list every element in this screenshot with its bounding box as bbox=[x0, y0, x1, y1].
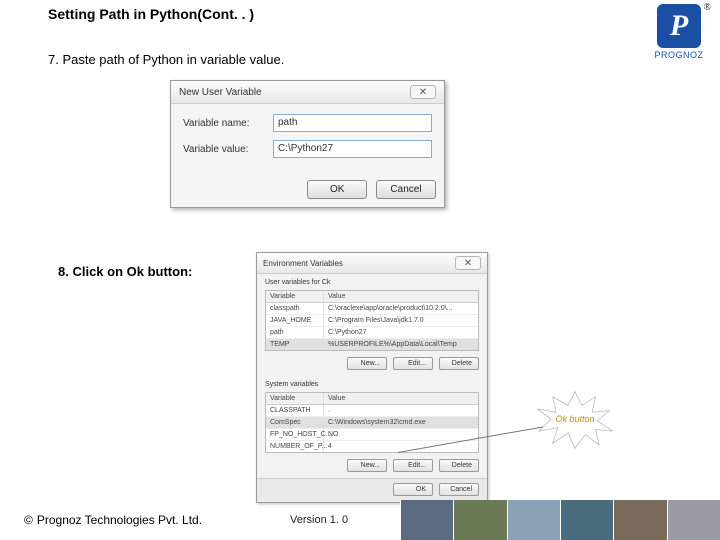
brand-logo: P ® PROGNOZ bbox=[648, 4, 710, 60]
delete-button[interactable]: Delete bbox=[439, 357, 479, 370]
cell-val: C:\Windows\system32\cmd.exe bbox=[324, 417, 478, 428]
cancel-button[interactable]: Cancel bbox=[376, 180, 436, 199]
step-7-text: 7. Paste path of Python in variable valu… bbox=[48, 52, 284, 67]
table-row[interactable]: path C:\Python27 bbox=[266, 327, 478, 339]
copyright-icon: © bbox=[24, 513, 33, 527]
column-header-value: Value bbox=[324, 291, 478, 302]
dialog2-titlebar: Environment Variables ✕ bbox=[257, 253, 487, 274]
cell-var: CLASSPATH bbox=[266, 405, 324, 416]
edit-button[interactable]: Edit... bbox=[393, 357, 433, 370]
footer-image-strip bbox=[400, 500, 720, 540]
variable-value-input[interactable]: C:\Python27 bbox=[273, 140, 432, 158]
table-row[interactable]: TEMP %USERPROFILE%\AppData\Local\Temp bbox=[266, 339, 478, 350]
cell-val: C:\Python27 bbox=[324, 327, 478, 338]
step-8-text: 8. Click on Ok button: bbox=[58, 264, 192, 279]
variable-name-input[interactable]: path bbox=[273, 114, 432, 132]
dialog-title-text: New User Variable bbox=[179, 87, 262, 98]
cell-val: C:\oraclexe\app\oracle\product\10.2.0\..… bbox=[324, 303, 478, 314]
footer-photo bbox=[400, 500, 453, 540]
ok-button[interactable]: OK bbox=[393, 483, 433, 496]
cancel-button[interactable]: Cancel bbox=[439, 483, 479, 496]
variable-value-label: Variable value: bbox=[183, 144, 273, 155]
system-variables-label: System variables bbox=[257, 376, 487, 390]
footer-photo bbox=[560, 500, 613, 540]
logo-mark: P ® bbox=[657, 4, 701, 48]
table-row[interactable]: JAVA_HOME C:\Program Files\Java\jdk1.7.0 bbox=[266, 315, 478, 327]
cell-var: NUMBER_OF_P... bbox=[266, 441, 324, 452]
company-name: Prognoz Technologies Pvt. Ltd. bbox=[37, 513, 202, 527]
footer-photo bbox=[613, 500, 666, 540]
cell-val: C:\Program Files\Java\jdk1.7.0 bbox=[324, 315, 478, 326]
table-row[interactable]: CLASSPATH . bbox=[266, 405, 478, 417]
new-button[interactable]: New... bbox=[347, 357, 387, 370]
cell-val: . bbox=[324, 405, 478, 416]
cell-var: JAVA_HOME bbox=[266, 315, 324, 326]
user-variables-table: Variable Value classpath C:\oraclexe\app… bbox=[265, 290, 479, 351]
new-button[interactable]: New... bbox=[347, 459, 387, 472]
callout-star: Ok button bbox=[530, 390, 620, 450]
table-row[interactable]: classpath C:\oraclexe\app\oracle\product… bbox=[266, 303, 478, 315]
footer-photo bbox=[667, 500, 720, 540]
ok-button[interactable]: OK bbox=[307, 180, 367, 199]
environment-variables-dialog: Environment Variables ✕ User variables f… bbox=[256, 252, 488, 503]
footer: © Prognoz Technologies Pvt. Ltd. Version… bbox=[0, 500, 720, 540]
registered-mark: ® bbox=[704, 2, 711, 13]
column-header-variable: Variable bbox=[266, 393, 324, 404]
cell-var: TEMP bbox=[266, 339, 324, 350]
cell-var: FP_NO_HOST_C... bbox=[266, 429, 324, 440]
cell-var: classpath bbox=[266, 303, 324, 314]
footer-photo bbox=[453, 500, 506, 540]
callout-label: Ok button bbox=[530, 414, 620, 424]
cell-val: %USERPROFILE%\AppData\Local\Temp bbox=[324, 339, 478, 350]
delete-button[interactable]: Delete bbox=[439, 459, 479, 472]
logo-glyph: P bbox=[670, 9, 688, 43]
column-header-value: Value bbox=[324, 393, 478, 404]
slide-title: Setting Path in Python(Cont. . ) bbox=[48, 6, 254, 22]
cell-var: ComSpec bbox=[266, 417, 324, 428]
table-row[interactable]: FP_NO_HOST_C... NO bbox=[266, 429, 478, 441]
cell-var: path bbox=[266, 327, 324, 338]
user-variables-label: User variables for Ck bbox=[257, 274, 487, 288]
close-icon[interactable]: ✕ bbox=[455, 256, 481, 270]
cell-val: NO bbox=[324, 429, 478, 440]
variable-name-label: Variable name: bbox=[183, 118, 273, 129]
column-header-variable: Variable bbox=[266, 291, 324, 302]
logo-name: PROGNOZ bbox=[648, 50, 710, 60]
dialog2-title-text: Environment Variables bbox=[263, 259, 343, 268]
new-user-variable-dialog: New User Variable ✕ Variable name: path … bbox=[170, 80, 445, 208]
close-icon[interactable]: ✕ bbox=[410, 85, 436, 99]
footer-photo bbox=[507, 500, 560, 540]
edit-button[interactable]: Edit... bbox=[393, 459, 433, 472]
dialog-titlebar: New User Variable ✕ bbox=[171, 81, 444, 104]
table-row[interactable]: ComSpec C:\Windows\system32\cmd.exe bbox=[266, 417, 478, 429]
